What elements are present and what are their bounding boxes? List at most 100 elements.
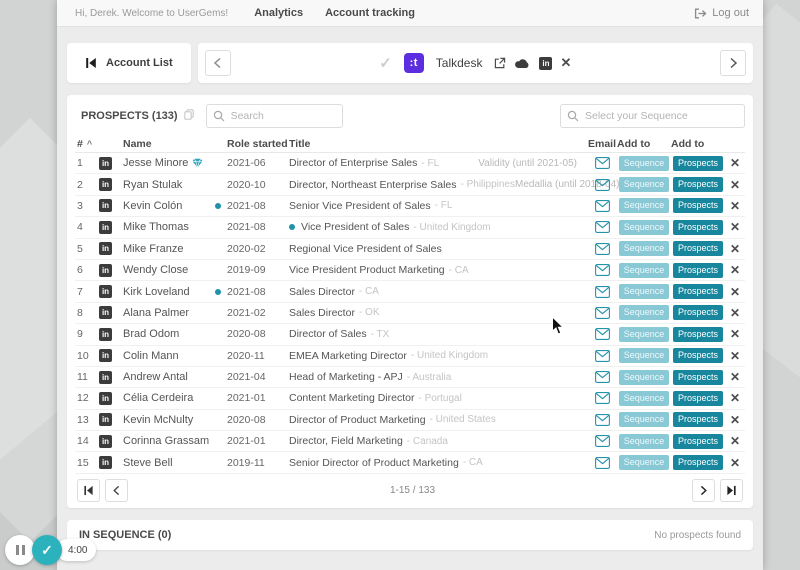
add-to-sequence-button[interactable]: Sequence: [619, 219, 669, 235]
linkedin-icon[interactable]: in: [99, 178, 123, 192]
add-to-sequence-button[interactable]: Sequence: [619, 369, 669, 385]
finish-recording-button[interactable]: ✓: [32, 535, 62, 565]
remove-prospect-icon[interactable]: ✕: [725, 434, 745, 448]
table-row: 6 in Wendy Close 2019-09 Vice President …: [75, 260, 745, 282]
sequence-select-input[interactable]: [560, 104, 745, 128]
first-page-button[interactable]: [77, 478, 100, 502]
add-to-sequence-button[interactable]: Sequence: [619, 241, 669, 257]
linkedin-icon[interactable]: in: [539, 56, 553, 70]
email-icon[interactable]: [587, 264, 617, 277]
linkedin-icon[interactable]: in: [99, 456, 123, 470]
linkedin-icon[interactable]: in: [99, 306, 123, 320]
add-to-sequence-button[interactable]: Sequence: [619, 262, 669, 278]
skip-forward-icon: [727, 485, 736, 495]
email-icon[interactable]: [587, 157, 617, 170]
external-link-icon[interactable]: [494, 57, 506, 69]
remove-prospect-icon[interactable]: ✕: [725, 413, 745, 427]
email-icon[interactable]: [587, 221, 617, 234]
remove-prospect-icon[interactable]: ✕: [725, 349, 745, 363]
remove-prospect-icon[interactable]: ✕: [725, 220, 745, 234]
remove-prospect-icon[interactable]: ✕: [725, 391, 745, 405]
next-account-button[interactable]: [720, 50, 746, 76]
logout-button[interactable]: Log out: [694, 7, 749, 19]
greeting-text: Hi, Derek. Welcome to UserGems!: [75, 7, 229, 19]
salesforce-cloud-icon[interactable]: [514, 57, 531, 69]
linkedin-icon[interactable]: in: [99, 391, 123, 405]
remove-prospect-icon[interactable]: ✕: [725, 285, 745, 299]
add-to-prospects-button[interactable]: Prospects: [673, 198, 723, 214]
add-to-sequence-button[interactable]: Sequence: [619, 198, 669, 214]
add-to-sequence-button[interactable]: Sequence: [619, 326, 669, 342]
previous-page-button[interactable]: [105, 478, 128, 502]
linkedin-icon[interactable]: in: [99, 156, 123, 170]
add-to-sequence-button[interactable]: Sequence: [619, 155, 669, 171]
previous-account-button[interactable]: [204, 50, 231, 76]
remove-prospect-icon[interactable]: ✕: [725, 178, 745, 192]
add-to-prospects-button[interactable]: Prospects: [673, 455, 723, 471]
add-to-sequence-button[interactable]: Sequence: [619, 412, 669, 428]
linkedin-icon[interactable]: in: [99, 242, 123, 256]
email-icon[interactable]: [587, 456, 617, 469]
account-done-check-icon[interactable]: ✓: [379, 54, 392, 72]
remove-prospect-icon[interactable]: ✕: [725, 242, 745, 256]
tab-analytics[interactable]: Analytics: [254, 7, 303, 19]
tab-account-tracking[interactable]: Account tracking: [325, 7, 415, 19]
add-to-prospects-button[interactable]: Prospects: [673, 326, 723, 342]
linkedin-icon[interactable]: in: [99, 370, 123, 384]
add-to-prospects-button[interactable]: Prospects: [673, 348, 723, 364]
add-to-prospects-button[interactable]: Prospects: [673, 241, 723, 257]
add-to-prospects-button[interactable]: Prospects: [673, 433, 723, 449]
email-icon[interactable]: [587, 328, 617, 341]
last-page-button[interactable]: [720, 478, 743, 502]
linkedin-icon[interactable]: in: [99, 434, 123, 448]
pause-button[interactable]: [5, 535, 35, 565]
add-to-prospects-button[interactable]: Prospects: [673, 369, 723, 385]
email-icon[interactable]: [587, 349, 617, 362]
add-to-sequence-button[interactable]: Sequence: [619, 284, 669, 300]
add-to-sequence-button[interactable]: Sequence: [619, 348, 669, 364]
linkedin-icon[interactable]: in: [99, 220, 123, 234]
add-to-prospects-button[interactable]: Prospects: [673, 284, 723, 300]
linkedin-icon[interactable]: in: [99, 327, 123, 341]
email-icon[interactable]: [587, 435, 617, 448]
linkedin-icon[interactable]: in: [99, 413, 123, 427]
remove-prospect-icon[interactable]: ✕: [725, 263, 745, 277]
add-to-prospects-button[interactable]: Prospects: [673, 390, 723, 406]
search-input[interactable]: [205, 104, 343, 128]
prospect-location: - OK: [358, 307, 380, 319]
add-to-prospects-button[interactable]: Prospects: [673, 219, 723, 235]
remove-prospect-icon[interactable]: ✕: [725, 156, 745, 170]
email-icon[interactable]: [587, 200, 617, 212]
remove-prospect-icon[interactable]: ✕: [725, 306, 745, 320]
linkedin-icon[interactable]: in: [99, 285, 123, 299]
email-icon[interactable]: [587, 285, 617, 298]
email-icon[interactable]: [587, 392, 617, 405]
remove-prospect-icon[interactable]: ✕: [725, 327, 745, 341]
remove-prospect-icon[interactable]: ✕: [725, 370, 745, 384]
email-icon[interactable]: [587, 242, 617, 255]
email-icon[interactable]: [587, 371, 617, 384]
linkedin-icon[interactable]: in: [99, 349, 123, 363]
add-to-sequence-button[interactable]: Sequence: [619, 390, 669, 406]
account-list-button[interactable]: Account List: [67, 43, 191, 83]
email-icon[interactable]: [587, 178, 617, 191]
add-to-prospects-button[interactable]: Prospects: [673, 262, 723, 278]
add-to-sequence-button[interactable]: Sequence: [619, 177, 669, 193]
column-number-sort[interactable]: # ^: [75, 138, 99, 150]
add-to-prospects-button[interactable]: Prospects: [673, 412, 723, 428]
add-to-prospects-button[interactable]: Prospects: [673, 305, 723, 321]
copy-icon[interactable]: [183, 107, 194, 125]
remove-prospect-icon[interactable]: ✕: [725, 199, 745, 213]
next-page-button[interactable]: [692, 478, 715, 502]
linkedin-icon[interactable]: in: [99, 263, 123, 277]
add-to-sequence-button[interactable]: Sequence: [619, 305, 669, 321]
email-icon[interactable]: [587, 413, 617, 426]
remove-prospect-icon[interactable]: ✕: [725, 456, 745, 470]
linkedin-icon[interactable]: in: [99, 199, 123, 213]
add-to-prospects-button[interactable]: Prospects: [673, 155, 723, 171]
email-icon[interactable]: [587, 306, 617, 319]
add-to-sequence-button[interactable]: Sequence: [619, 433, 669, 449]
add-to-sequence-button[interactable]: Sequence: [619, 455, 669, 471]
close-account-icon[interactable]: ✕: [560, 55, 571, 71]
add-to-prospects-button[interactable]: Prospects: [673, 177, 723, 193]
